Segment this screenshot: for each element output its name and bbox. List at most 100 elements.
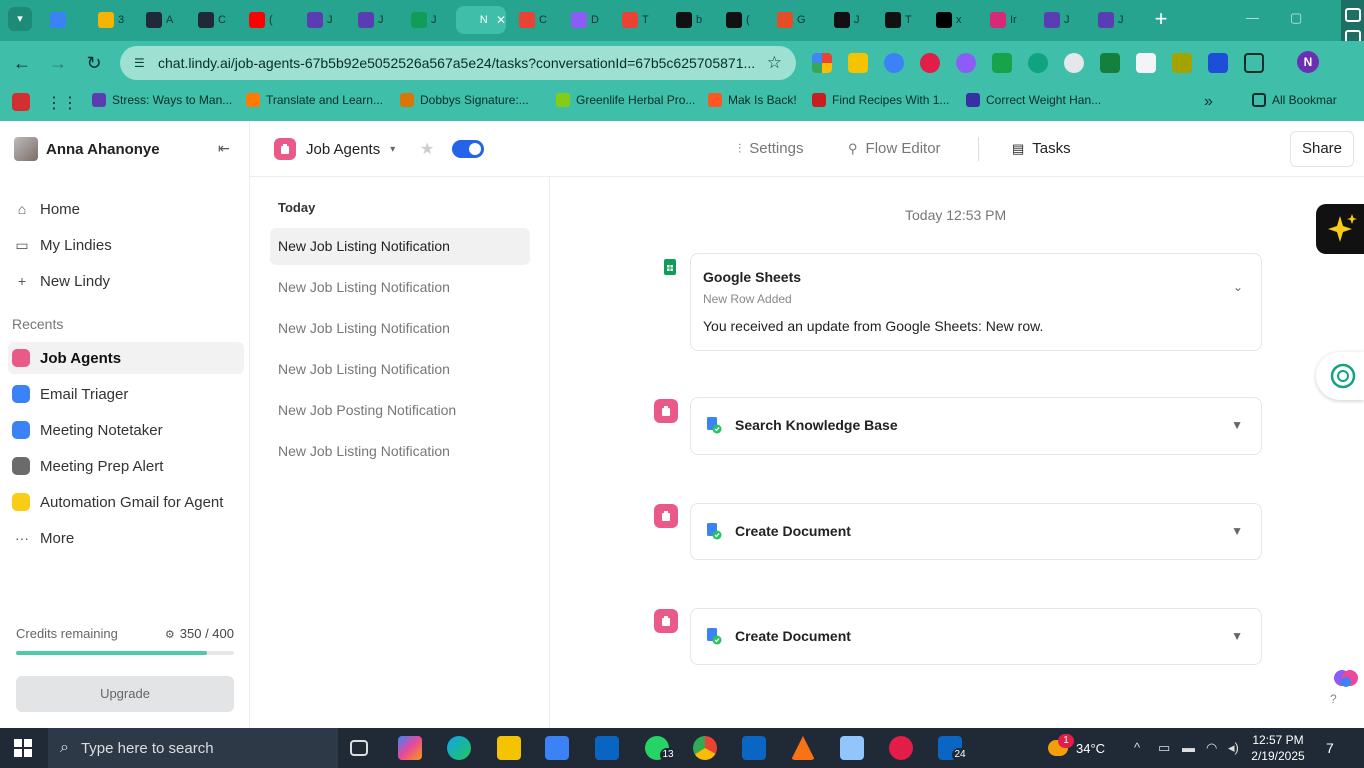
step-card-create-document[interactable]: Create Document ▼ xyxy=(690,503,1262,560)
browser-tab[interactable]: J xyxy=(826,6,874,34)
agent-switcher[interactable]: Job Agents ▾ xyxy=(274,138,395,160)
forward-button[interactable]: → xyxy=(46,51,70,75)
linkedin-icon[interactable] xyxy=(742,736,766,760)
vlc-icon[interactable] xyxy=(791,736,815,760)
bookmarks-overflow-button[interactable]: » xyxy=(1204,93,1213,111)
browser-tab[interactable]: T xyxy=(877,6,925,34)
nav-new-lindy[interactable]: + New Lindy xyxy=(12,265,244,297)
browser-tab[interactable]: J xyxy=(350,6,398,34)
extension-icon[interactable] xyxy=(1208,53,1228,73)
extension-icon[interactable] xyxy=(1172,53,1192,73)
step-card-search-knowledge-base[interactable]: Search Knowledge Base ▼ xyxy=(690,397,1262,455)
weather-widget[interactable]: 34°C xyxy=(1048,740,1105,756)
tab-search-button[interactable]: ▾ xyxy=(8,7,32,31)
taskbar-search[interactable]: ⌕ Type here to search xyxy=(48,728,338,768)
bookmark-item[interactable]: Mak Is Back! xyxy=(708,93,797,107)
help-icon[interactable]: ? xyxy=(1330,692,1337,706)
edge-icon[interactable] xyxy=(447,736,471,760)
address-bar[interactable]: ☰ chat.lindy.ai/job-agents-67b5b92e50525… xyxy=(120,46,796,80)
clock[interactable]: 12:57 PM 2/19/2025 xyxy=(1248,732,1308,764)
task-list-item[interactable]: New Job Listing Notification xyxy=(270,269,530,306)
collapse-sidebar-icon[interactable]: ⇤ xyxy=(218,140,230,157)
apps-grid-icon[interactable]: ⋮⋮ xyxy=(46,93,78,113)
site-info-icon[interactable]: ☰ xyxy=(134,56,150,70)
store-icon[interactable] xyxy=(545,736,569,760)
extension-icon[interactable] xyxy=(812,53,832,73)
bookmark-item[interactable]: Find Recipes With 1... xyxy=(812,93,949,107)
extension-icon[interactable] xyxy=(1136,53,1156,73)
bookmark-item[interactable]: Dobbys Signature:... xyxy=(400,93,529,107)
nav-more[interactable]: ··· More xyxy=(12,522,244,554)
recent-agent-item[interactable]: Job Agents xyxy=(8,342,244,374)
new-tab-button[interactable]: + xyxy=(1150,8,1172,31)
share-button[interactable]: Share xyxy=(1290,131,1354,167)
minimize-button[interactable]: — xyxy=(1246,10,1259,25)
chevron-down-icon[interactable]: ⌄ xyxy=(1233,280,1243,294)
opera-icon[interactable] xyxy=(889,736,913,760)
tab-tasks[interactable]: ▤ Tasks xyxy=(1012,140,1071,157)
back-button[interactable]: ← xyxy=(10,51,34,75)
camera-icon[interactable] xyxy=(1344,8,1361,22)
task-list-item[interactable]: New Job Listing Notification xyxy=(270,228,530,265)
volume-icon[interactable]: ◂) xyxy=(1228,740,1239,756)
agent-enabled-toggle[interactable] xyxy=(452,140,484,158)
bookmark-item[interactable]: Stress: Ways to Man... xyxy=(92,93,232,107)
office-icon[interactable] xyxy=(12,93,30,111)
close-tab-icon[interactable]: ✕ xyxy=(496,13,506,27)
file-explorer-icon[interactable] xyxy=(497,736,521,760)
tab-settings[interactable]: ⫶ Settings xyxy=(738,140,803,157)
browser-tab[interactable]: G xyxy=(769,6,817,34)
extension-icon[interactable] xyxy=(956,53,976,73)
chatgpt-widget-button[interactable] xyxy=(1316,352,1364,400)
extension-icon[interactable] xyxy=(920,53,940,73)
chrome-icon[interactable] xyxy=(693,736,717,760)
extension-icon[interactable] xyxy=(992,53,1012,73)
browser-tab[interactable]: ( xyxy=(241,6,289,34)
task-list-item[interactable]: New Job Posting Notification xyxy=(270,392,530,429)
browser-tab[interactable]: Ir xyxy=(982,6,1030,34)
extension-icon[interactable] xyxy=(884,53,904,73)
windows-start-icon[interactable] xyxy=(14,739,32,757)
browser-tab[interactable]: J xyxy=(1036,6,1084,34)
browser-tab[interactable]: N ✕ xyxy=(456,6,506,34)
browser-tab[interactable]: J xyxy=(1090,6,1138,34)
step-card-create-document[interactable]: Create Document ▼ xyxy=(690,608,1262,665)
trigger-card[interactable]: Google Sheets New Row Added You received… xyxy=(690,253,1262,351)
user-menu[interactable]: Anna Ahanonye xyxy=(14,137,160,161)
chevron-up-icon[interactable]: ^ xyxy=(1134,740,1140,755)
recent-agent-item[interactable]: Meeting Notetaker xyxy=(8,414,244,446)
browser-tab[interactable]: C xyxy=(511,6,559,34)
bookmark-star-icon[interactable]: ☆ xyxy=(767,53,782,73)
tab-flow-editor[interactable]: ⚲ Flow Editor xyxy=(848,140,941,157)
task-list-item[interactable]: New Job Listing Notification xyxy=(270,433,530,470)
app-icon[interactable] xyxy=(840,736,864,760)
browser-tab[interactable]: x xyxy=(928,6,976,34)
bookmark-item[interactable]: Correct Weight Han... xyxy=(966,93,1101,107)
nav-my-lindies[interactable]: ▭ My Lindies xyxy=(12,229,244,261)
browser-tab[interactable]: ( xyxy=(718,6,766,34)
browser-tab[interactable]: D xyxy=(563,6,611,34)
all-bookmarks-folder[interactable]: All Bookmar xyxy=(1252,93,1337,107)
download-icon[interactable] xyxy=(1100,53,1120,73)
bookmark-item[interactable]: Translate and Learn... xyxy=(246,93,383,107)
recent-agent-item[interactable]: Meeting Prep Alert xyxy=(8,450,244,482)
browser-tab[interactable] xyxy=(42,6,90,34)
task-list-item[interactable]: New Job Listing Notification xyxy=(270,351,530,388)
extension-icon[interactable] xyxy=(1028,53,1048,73)
browser-tab[interactable]: J xyxy=(403,6,451,34)
extension-icon[interactable] xyxy=(848,53,868,73)
notifications-button[interactable]: 7 xyxy=(1326,740,1334,756)
extensions-puzzle-icon[interactable] xyxy=(1244,53,1264,73)
extension-icon[interactable] xyxy=(1064,53,1084,73)
favorite-star-icon[interactable]: ★ xyxy=(420,139,434,159)
task-list-item[interactable]: New Job Listing Notification xyxy=(270,310,530,347)
profile-avatar[interactable]: N xyxy=(1297,51,1319,73)
recent-agent-item[interactable]: Email Triager xyxy=(8,378,244,410)
maximize-button[interactable]: ▢ xyxy=(1290,10,1302,26)
battery-icon[interactable]: ▬ xyxy=(1182,740,1195,755)
browser-tab[interactable]: T xyxy=(614,6,662,34)
chevron-down-icon[interactable]: ▼ xyxy=(1231,524,1243,538)
outlook-icon[interactable] xyxy=(595,736,619,760)
browser-tab[interactable]: 3 xyxy=(90,6,138,34)
recent-agent-item[interactable]: Automation Gmail for Agent xyxy=(8,486,244,518)
